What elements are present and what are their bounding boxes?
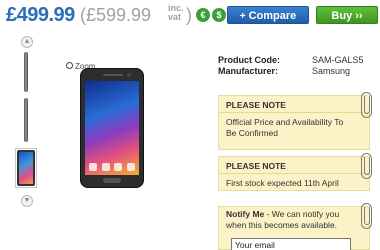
thumbnail-front-view[interactable] [15, 148, 37, 188]
app-icons [89, 163, 135, 171]
compare-button[interactable]: + Compare [227, 6, 309, 24]
paperclip-icon [361, 92, 372, 118]
magnifier-icon [66, 62, 73, 69]
phone-home-button [103, 178, 121, 183]
note-title: PLEASE NOTE [219, 96, 369, 113]
paperclip-icon [361, 153, 372, 179]
buy-button[interactable]: Buy ›› [316, 6, 378, 24]
manufacturer-label: Manufacturer: [218, 66, 279, 76]
note-body: First stock expected 11th April [226, 178, 339, 188]
phone-screen [85, 81, 139, 175]
thumbnail-scroll-down-button[interactable]: ▼ [21, 195, 33, 207]
thumbnail-side-view-2[interactable] [24, 98, 28, 142]
product-code-value: SAM-GALS5 [312, 55, 364, 65]
product-image[interactable] [80, 68, 144, 188]
double-chevron-right-icon: ›› [355, 10, 363, 22]
notify-me-box: Notify Me - We can notify you when this … [218, 203, 372, 250]
price-bar: £499.99 (£599.99 inc. vat ) € $ + Compare … [0, 0, 380, 30]
phone-camera [127, 73, 131, 77]
vat-label: inc. vat [168, 3, 184, 22]
note-body: Official Price and Availability To Be Co… [226, 117, 344, 138]
price-alt: (£599.99 [80, 5, 152, 25]
notify-me-label: Notify Me [226, 209, 265, 219]
price-alt-close: ) [186, 5, 192, 25]
thumbnail-scroll-up-button[interactable]: ▲ [21, 36, 33, 48]
manufacturer-value: Samsung [312, 66, 351, 76]
euro-icon[interactable]: € [196, 8, 210, 22]
please-note-price: PLEASE NOTE Official Price and Availabil… [218, 92, 372, 150]
price-inc-vat: £499.99 [6, 4, 75, 26]
product-code-label: Product Code: [218, 55, 280, 65]
thumbnail-side-view[interactable] [24, 52, 28, 92]
paperclip-icon [361, 203, 372, 229]
phone-speaker [103, 74, 123, 76]
please-note-stock: PLEASE NOTE First stock expected 11th Ap… [218, 153, 372, 191]
email-field[interactable] [231, 238, 351, 250]
plus-icon: + [239, 11, 246, 22]
compare-label: Compare [248, 10, 297, 22]
note-title: PLEASE NOTE [219, 157, 369, 174]
thumbnail-image [17, 150, 35, 186]
notify-text: Notify Me - We can notify you when this … [219, 207, 369, 233]
dollar-icon[interactable]: $ [212, 8, 226, 22]
buy-label: Buy [331, 10, 353, 22]
